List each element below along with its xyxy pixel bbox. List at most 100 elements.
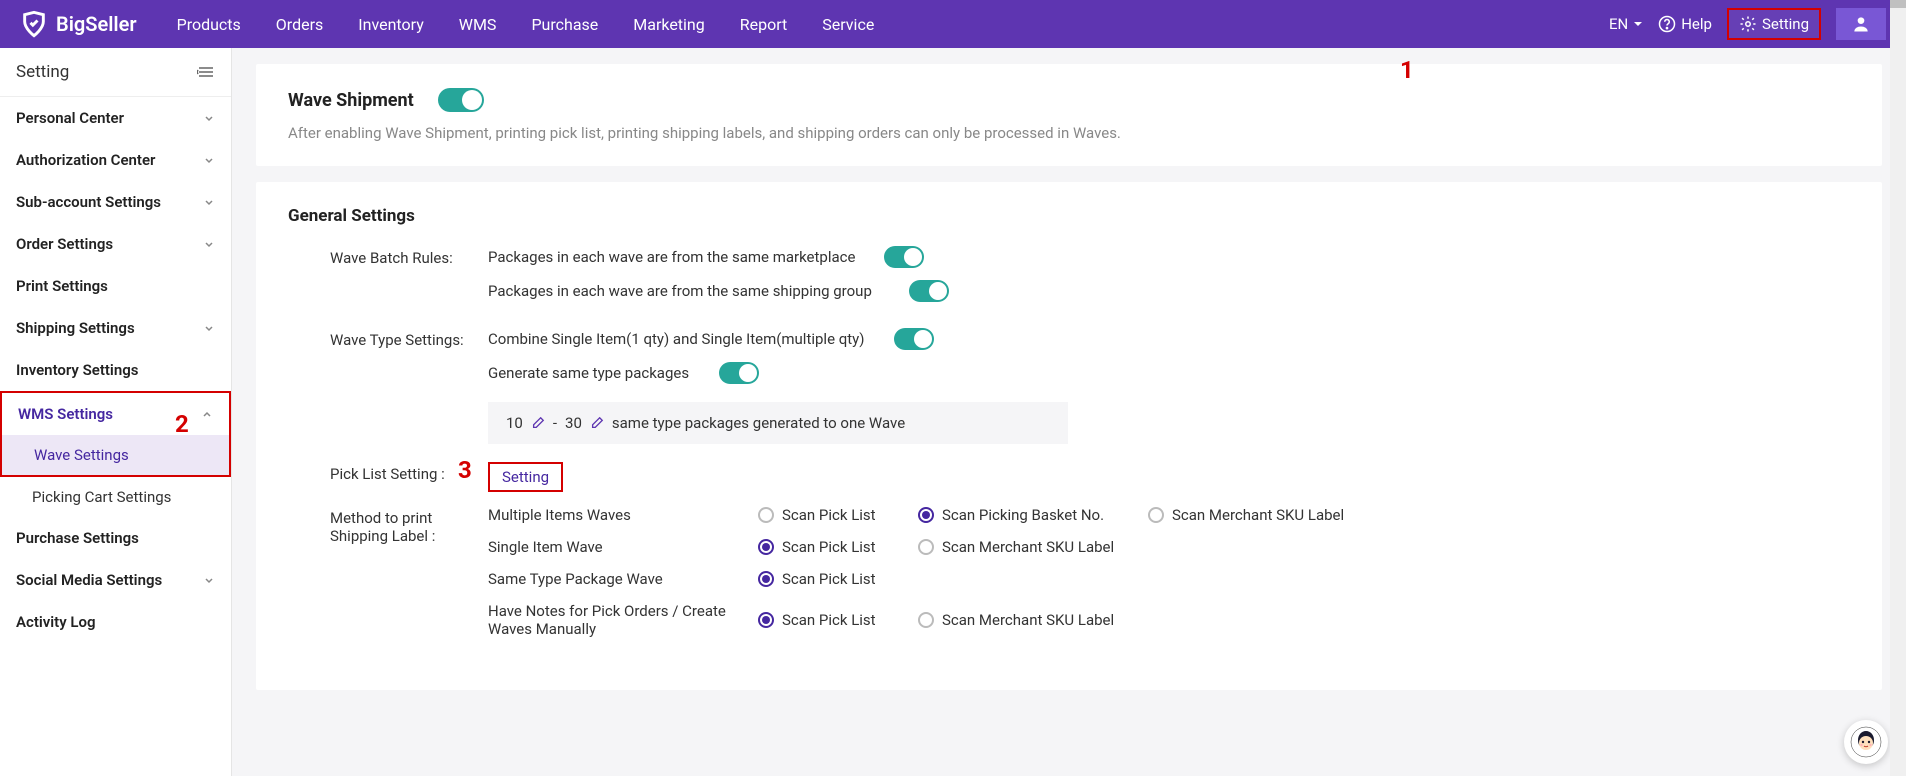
sidebar-item-label: Activity Log (16, 613, 96, 631)
wave-shipment-desc: After enabling Wave Shipment, printing p… (288, 124, 1850, 142)
brand-text: BigSeller (56, 12, 137, 36)
sidebar-item-label: Social Media Settings (16, 571, 162, 589)
sidebar-item-label: Inventory Settings (16, 361, 138, 379)
sidebar-item-wms[interactable]: WMS Settings (2, 393, 229, 435)
method-notes-row: Have Notes for Pick Orders / Create Wave… (488, 602, 1850, 638)
sidebar-item-activity[interactable]: Activity Log (0, 601, 231, 643)
wave-type-label: Wave Type Settings: (288, 328, 488, 349)
range-sep: - (553, 414, 557, 432)
user-icon (1851, 14, 1871, 34)
brand-logo[interactable]: BigSeller (20, 10, 137, 38)
sidebar-item-label: Personal Center (16, 109, 124, 127)
nav-products[interactable]: Products (177, 15, 241, 34)
help-button[interactable]: Help (1658, 15, 1712, 33)
sidebar-title: Setting (16, 62, 69, 82)
method-label: Method to print Shipping Label : (288, 506, 488, 545)
radio-single-sku[interactable]: Scan Merchant SKU Label (918, 538, 1118, 556)
method-multi-label: Multiple Items Waves (488, 506, 728, 524)
sidebar-item-label: Print Settings (16, 277, 108, 295)
sidebar-item-label: Authorization Center (16, 151, 155, 169)
gear-icon (1739, 15, 1757, 33)
annotation-1: 1 (1400, 56, 1414, 84)
chevron-down-icon (203, 238, 215, 250)
nav-right: EN Help Setting (1609, 8, 1886, 40)
radio-single-picklist[interactable]: Scan Pick List (758, 538, 888, 556)
annotation-box-2: WMS Settings Wave Settings (0, 391, 231, 477)
batch-opt1-text: Packages in each wave are from the same … (488, 248, 858, 266)
edit-icon[interactable] (590, 416, 604, 430)
sidebar-item-inventory[interactable]: Inventory Settings (0, 349, 231, 391)
user-avatar[interactable] (1836, 8, 1886, 40)
method-single-row: Single Item Wave Scan Pick List Scan Mer… (488, 538, 1850, 556)
nav-purchase[interactable]: Purchase (531, 15, 598, 34)
nav-items: Products Orders Inventory WMS Purchase M… (177, 15, 1609, 34)
method-single-label: Single Item Wave (488, 538, 728, 556)
nav-orders[interactable]: Orders (276, 15, 323, 34)
annotation-3: 3 (458, 456, 472, 484)
radio-sametype-picklist[interactable]: Scan Pick List (758, 570, 888, 588)
wave-shipment-toggle[interactable] (438, 88, 484, 112)
nav-service[interactable]: Service (822, 15, 874, 34)
nav-inventory[interactable]: Inventory (358, 15, 424, 34)
sidebar-header: Setting (0, 48, 231, 97)
nav-report[interactable]: Report (740, 15, 788, 34)
support-floating-button[interactable] (1844, 720, 1888, 764)
chevron-down-icon (203, 322, 215, 334)
sidebar-item-purchase[interactable]: Purchase Settings (0, 517, 231, 559)
wave-shipment-card: Wave Shipment After enabling Wave Shipme… (256, 64, 1882, 166)
sidebar-item-personal[interactable]: Personal Center (0, 97, 231, 139)
general-title: General Settings (288, 206, 1850, 226)
radio-multi-sku[interactable]: Scan Merchant SKU Label (1148, 506, 1348, 524)
setting-button[interactable]: Setting (1727, 8, 1821, 40)
method-row: Method to print Shipping Label : Multipl… (288, 506, 1850, 652)
sidebar-subitem-wave[interactable]: Wave Settings (2, 435, 229, 475)
brand-icon (20, 10, 48, 38)
radio-notes-picklist[interactable]: Scan Pick List (758, 611, 888, 629)
batch-opt1-toggle[interactable] (884, 246, 924, 268)
language-label: EN (1609, 15, 1628, 33)
sidebar-item-shipping[interactable]: Shipping Settings (0, 307, 231, 349)
range-box: 10 - 30 same type packages generated to … (488, 402, 1068, 444)
chevron-down-icon (203, 574, 215, 586)
picklist-setting-link[interactable]: Setting (488, 462, 563, 492)
sidebar-subitem-label: Wave Settings (34, 446, 129, 464)
radio-multi-basket[interactable]: Scan Picking Basket No. (918, 506, 1118, 524)
setting-label: Setting (1762, 15, 1809, 33)
sidebar-item-order[interactable]: Order Settings (0, 223, 231, 265)
sidebar-item-label: Order Settings (16, 235, 113, 253)
nav-marketing[interactable]: Marketing (633, 15, 704, 34)
type-opt1-text: Combine Single Item(1 qty) and Single It… (488, 330, 868, 348)
language-selector[interactable]: EN (1609, 15, 1643, 33)
type-opt2-toggle[interactable] (719, 362, 759, 384)
sidebar-subitem-picking[interactable]: Picking Cart Settings (0, 477, 231, 517)
picklist-row: Pick List Setting : 3 Setting (288, 462, 1850, 492)
scrollbar[interactable] (1890, 0, 1906, 776)
method-notes-label: Have Notes for Pick Orders / Create Wave… (488, 602, 728, 638)
range-from: 10 (506, 414, 523, 432)
type-opt2-text: Generate same type packages (488, 364, 693, 382)
wave-type-row: Wave Type Settings: Combine Single Item(… (288, 328, 1850, 444)
sidebar-item-auth[interactable]: Authorization Center (0, 139, 231, 181)
edit-icon[interactable] (531, 416, 545, 430)
annotation-2: 2 (175, 410, 189, 438)
wave-batch-row: Wave Batch Rules: Packages in each wave … (288, 246, 1850, 314)
range-to: 30 (565, 414, 582, 432)
type-opt1-toggle[interactable] (894, 328, 934, 350)
sidebar-item-label: Sub-account Settings (16, 193, 161, 211)
sidebar-item-print[interactable]: Print Settings (0, 265, 231, 307)
chevron-down-icon (203, 196, 215, 208)
sidebar-subitem-label: Picking Cart Settings (32, 488, 171, 506)
sidebar-item-subacct[interactable]: Sub-account Settings (0, 181, 231, 223)
sidebar: Setting Personal Center Authorization Ce… (0, 48, 232, 776)
wave-shipment-title: Wave Shipment (288, 90, 414, 111)
batch-opt2-toggle[interactable] (909, 280, 949, 302)
nav-wms[interactable]: WMS (459, 15, 497, 34)
general-settings-card: General Settings Wave Batch Rules: Packa… (256, 182, 1882, 690)
wave-batch-label: Wave Batch Rules: (288, 246, 488, 267)
radio-multi-picklist[interactable]: Scan Pick List (758, 506, 888, 524)
radio-notes-sku[interactable]: Scan Merchant SKU Label (918, 611, 1118, 629)
collapse-icon[interactable] (197, 65, 215, 79)
scrollbar-up[interactable] (1890, 0, 1906, 8)
support-avatar-icon (1850, 726, 1882, 758)
sidebar-item-social[interactable]: Social Media Settings (0, 559, 231, 601)
